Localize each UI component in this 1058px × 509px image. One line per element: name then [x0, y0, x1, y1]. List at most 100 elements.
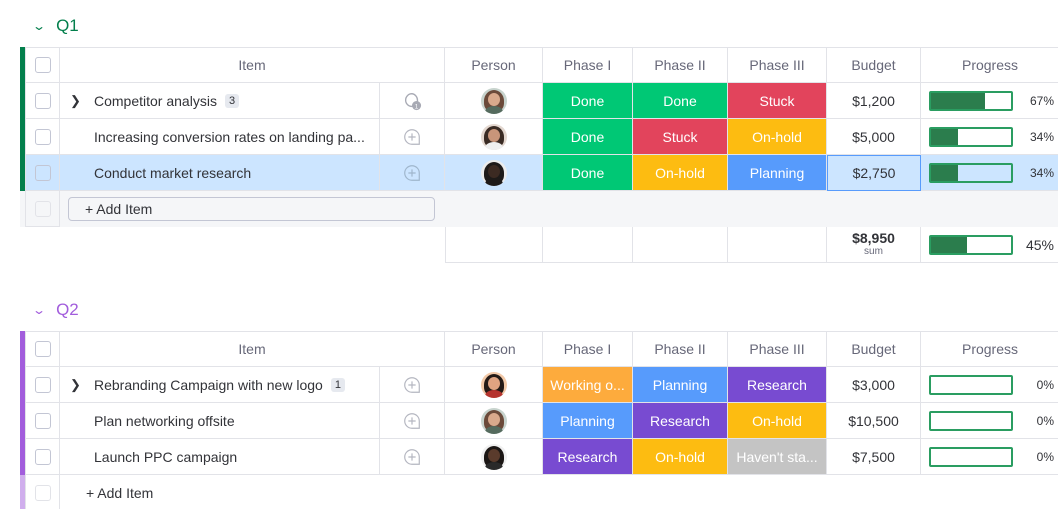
status-cell[interactable]: Research: [543, 439, 633, 475]
budget-cell[interactable]: $7,500: [827, 439, 921, 475]
group-name[interactable]: Q2: [56, 300, 79, 320]
header-phase3[interactable]: Phase III: [728, 47, 827, 83]
avatar[interactable]: [480, 159, 507, 186]
status-cell[interactable]: Done: [543, 83, 633, 119]
item-name[interactable]: Plan networking offsite: [94, 413, 235, 429]
checkbox[interactable]: [34, 341, 51, 357]
item-cell[interactable]: ❯ Competitor analysis 3: [60, 83, 380, 119]
checkbox[interactable]: [34, 200, 51, 217]
header-phase2[interactable]: Phase II: [633, 331, 728, 367]
item-cell[interactable]: Conduct market research: [60, 155, 380, 191]
status-cell[interactable]: Planning: [728, 155, 827, 191]
chevron-down-icon[interactable]: ⌄: [32, 19, 46, 33]
header-budget[interactable]: Budget: [827, 331, 921, 367]
status-cell[interactable]: On-hold: [728, 119, 827, 155]
add-item-input[interactable]: + Add Item: [68, 197, 435, 221]
header-progress[interactable]: Progress: [921, 47, 1058, 83]
row-select[interactable]: [25, 403, 60, 439]
row-select[interactable]: [25, 367, 60, 403]
person-cell[interactable]: [445, 83, 543, 119]
header-phase3[interactable]: Phase III: [728, 331, 827, 367]
chat-plus-icon[interactable]: [402, 375, 422, 395]
table-row[interactable]: ❯ Competitor analysis 3 1 Done Done Stuc…: [20, 83, 1058, 119]
status-cell[interactable]: Haven't sta...: [728, 439, 827, 475]
summary-budget[interactable]: $8,950 sum: [827, 227, 921, 263]
status-cell[interactable]: On-hold: [633, 155, 728, 191]
row-select[interactable]: [25, 191, 60, 227]
item-name[interactable]: Rebranding Campaign with new logo: [94, 377, 323, 393]
person-cell[interactable]: [445, 403, 543, 439]
group-title-q2[interactable]: ⌄ Q2: [32, 300, 79, 320]
chat-plus-icon[interactable]: [402, 127, 422, 147]
chevron-right-icon[interactable]: ❯: [70, 93, 81, 109]
checkbox[interactable]: [34, 57, 51, 73]
checkbox[interactable]: [34, 128, 51, 145]
row-select[interactable]: [25, 439, 60, 475]
header-item[interactable]: Item: [60, 331, 445, 367]
table-row[interactable]: ❯ Rebranding Campaign with new logo 1 Wo…: [20, 367, 1058, 403]
avatar[interactable]: [480, 407, 507, 434]
row-select[interactable]: [25, 119, 60, 155]
header-select-all[interactable]: [25, 331, 60, 367]
header-budget[interactable]: Budget: [827, 47, 921, 83]
status-cell[interactable]: Working o...: [543, 367, 633, 403]
header-person[interactable]: Person: [445, 47, 543, 83]
checkbox[interactable]: [34, 485, 51, 501]
subitems-count-badge[interactable]: 3: [224, 93, 240, 108]
item-cell[interactable]: Increasing conversion rates on landing p…: [60, 119, 380, 155]
header-person[interactable]: Person: [445, 331, 543, 367]
chevron-right-icon[interactable]: ❯: [70, 377, 81, 393]
row-select[interactable]: [25, 83, 60, 119]
checkbox[interactable]: [34, 92, 51, 109]
item-cell[interactable]: Plan networking offsite: [60, 403, 380, 439]
item-name[interactable]: Increasing conversion rates on landing p…: [94, 129, 365, 145]
item-name[interactable]: Conduct market research: [94, 165, 251, 181]
updates-cell[interactable]: [380, 439, 445, 475]
item-cell[interactable]: ❯ Rebranding Campaign with new logo 1: [60, 367, 380, 403]
budget-cell[interactable]: $1,200: [827, 83, 921, 119]
table-row[interactable]: Increasing conversion rates on landing p…: [20, 119, 1058, 155]
status-cell[interactable]: Planning: [543, 403, 633, 439]
chevron-down-icon[interactable]: ⌄: [32, 303, 46, 317]
status-cell[interactable]: On-hold: [728, 403, 827, 439]
chat-plus-icon[interactable]: [402, 411, 422, 431]
chat-plus-icon[interactable]: [402, 447, 422, 467]
status-cell[interactable]: Stuck: [633, 119, 728, 155]
person-cell[interactable]: [445, 367, 543, 403]
updates-cell[interactable]: [380, 119, 445, 155]
budget-cell[interactable]: $5,000: [827, 119, 921, 155]
person-cell[interactable]: [445, 119, 543, 155]
header-phase2[interactable]: Phase II: [633, 47, 728, 83]
avatar[interactable]: [480, 87, 507, 114]
header-phase1[interactable]: Phase I: [543, 331, 633, 367]
table-row[interactable]: Plan networking offsite Planning Researc…: [20, 403, 1058, 439]
row-select[interactable]: [25, 475, 60, 509]
updates-cell[interactable]: [380, 367, 445, 403]
item-name[interactable]: Launch PPC campaign: [94, 449, 237, 465]
chat-count-icon[interactable]: 1: [402, 91, 422, 111]
header-item[interactable]: Item: [60, 47, 445, 83]
group-title-q1[interactable]: ⌄ Q1: [32, 16, 79, 36]
group-name[interactable]: Q1: [56, 16, 79, 36]
checkbox[interactable]: [34, 448, 51, 465]
chat-plus-icon[interactable]: [402, 163, 422, 183]
status-cell[interactable]: Research: [633, 403, 728, 439]
checkbox[interactable]: [34, 164, 51, 181]
item-cell[interactable]: Launch PPC campaign: [60, 439, 380, 475]
checkbox[interactable]: [34, 376, 51, 393]
checkbox[interactable]: [34, 412, 51, 429]
avatar[interactable]: [480, 443, 507, 470]
budget-cell[interactable]: $10,500: [827, 403, 921, 439]
table-row[interactable]: Conduct market research Done On-hold Pla…: [20, 155, 1058, 191]
status-cell[interactable]: Done: [633, 83, 728, 119]
status-cell[interactable]: Research: [728, 367, 827, 403]
row-select[interactable]: [25, 155, 60, 191]
avatar[interactable]: [480, 123, 507, 150]
status-cell[interactable]: Stuck: [728, 83, 827, 119]
header-select-all[interactable]: [25, 47, 60, 83]
updates-cell[interactable]: [380, 403, 445, 439]
person-cell[interactable]: [445, 155, 543, 191]
budget-cell[interactable]: $3,000: [827, 367, 921, 403]
item-name[interactable]: Competitor analysis: [94, 93, 217, 109]
header-progress[interactable]: Progress: [921, 331, 1058, 367]
